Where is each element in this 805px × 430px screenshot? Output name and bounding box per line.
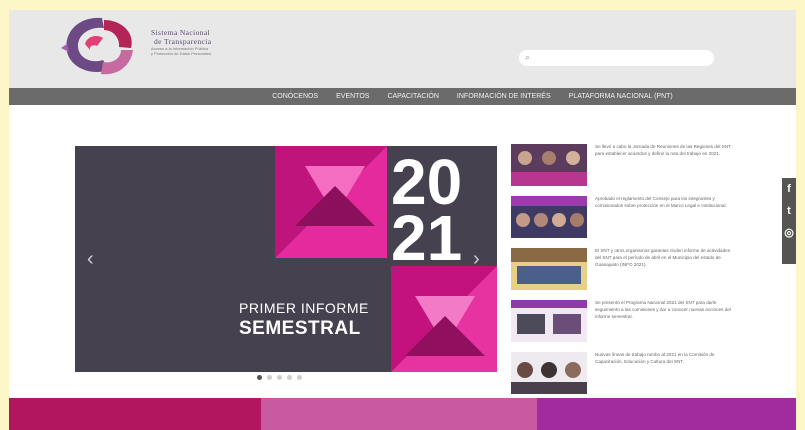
carousel-dots	[257, 375, 302, 380]
nav-item-capacitacion[interactable]: CAPACITACIÓN	[378, 88, 447, 105]
band-3[interactable]	[537, 398, 796, 430]
news-item[interactable]: Aprobado el reglamento del Consejo para …	[511, 196, 733, 247]
slide-subtitle-2: SEMESTRAL	[239, 318, 361, 339]
twitter-icon[interactable]: t	[782, 200, 796, 222]
hero-carousel[interactable]: 20 21 PRIMER INFORME SEMESTRAL ‹ ›	[75, 146, 497, 372]
bottom-bands	[9, 398, 796, 430]
facebook-icon[interactable]: f	[782, 178, 796, 200]
news-item[interactable]: Se llevó a cabo la Jornada de Reuniones …	[511, 144, 733, 195]
search-icon[interactable]: ⌕	[525, 52, 530, 63]
news-item[interactable]: Se presentó el Programa Nacional 2021 de…	[511, 300, 733, 351]
news-item[interactable]: Nuevas líneas de trabajo rumbo al 2021 e…	[511, 352, 733, 403]
search-box[interactable]: ⌕	[519, 50, 714, 66]
news-text[interactable]: Nuevas líneas de trabajo rumbo al 2021 e…	[595, 352, 733, 403]
news-text[interactable]: Se presentó el Programa Nacional 2021 de…	[595, 300, 733, 351]
news-thumbnail[interactable]	[511, 196, 587, 238]
news-text[interactable]: Aprobado el reglamento del Consejo para …	[595, 196, 733, 247]
brand-line-2: de Transparencia	[154, 37, 212, 46]
chevron-right-icon[interactable]: ›	[473, 248, 480, 271]
carousel-dot[interactable]	[287, 375, 292, 380]
nav-item-conocenos[interactable]: CONÓCENOS	[263, 88, 327, 105]
brand-line-4: y Protección de Datos Personales	[151, 51, 212, 56]
page: Sistema Nacional de Transparencia Acceso…	[9, 10, 796, 430]
news-item[interactable]: El SNT y otros organismos garantes rinde…	[511, 248, 733, 299]
brand-line-1: Sistema Nacional	[151, 28, 211, 37]
carousel-dot[interactable]	[297, 375, 302, 380]
brand-name: Sistema Nacional de Transparencia Acceso…	[151, 28, 291, 56]
carousel-dot[interactable]	[267, 375, 272, 380]
instagram-icon[interactable]: ◎	[782, 222, 796, 244]
nav-item-eventos[interactable]: EVENTOS	[327, 88, 378, 105]
news-thumbnail[interactable]	[511, 248, 587, 290]
header: Sistema Nacional de Transparencia Acceso…	[9, 10, 796, 88]
nav-item-informacion[interactable]: INFORMACIÓN DE INTERÉS	[448, 88, 560, 105]
social-bar: f t ◎	[782, 178, 796, 264]
carousel-dot[interactable]	[257, 375, 262, 380]
slide-year-bottom: 21	[391, 202, 463, 274]
slide-subtitle-1: PRIMER INFORME	[239, 300, 369, 316]
band-2[interactable]	[261, 398, 537, 430]
news-thumbnail[interactable]	[511, 144, 587, 186]
search-input[interactable]	[537, 51, 711, 65]
news-text[interactable]: Se llevó a cabo la Jornada de Reuniones …	[595, 144, 733, 195]
band-1[interactable]	[9, 398, 261, 430]
news-text[interactable]: El SNT y otros organismos garantes rinde…	[595, 248, 733, 299]
main-nav: CONÓCENOS EVENTOS CAPACITACIÓN INFORMACI…	[9, 88, 796, 105]
chevron-left-icon[interactable]: ‹	[87, 248, 94, 271]
news-list: Se llevó a cabo la Jornada de Reuniones …	[511, 144, 733, 404]
carousel-dot[interactable]	[277, 375, 282, 380]
nav-item-plataforma[interactable]: PLATAFORMA NACIONAL (PNT)	[560, 88, 682, 105]
logo[interactable]	[57, 14, 147, 80]
news-thumbnail[interactable]	[511, 300, 587, 342]
news-thumbnail[interactable]	[511, 352, 587, 394]
